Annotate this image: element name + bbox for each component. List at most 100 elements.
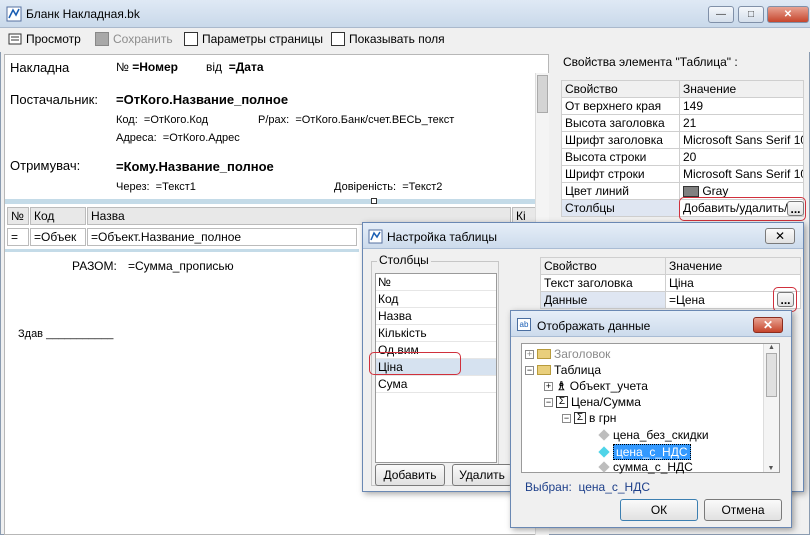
prop-value[interactable]: Microsoft Sans Serif 10 <box>679 165 804 183</box>
save-label: Сохранить <box>113 32 173 46</box>
table-header-code[interactable]: Код <box>30 207 86 225</box>
address-label: Адреса: <box>116 132 157 144</box>
column-props-header-value: Значение <box>665 257 801 275</box>
column-props-header-prop: Свойство <box>540 257 666 275</box>
selected-value: цена_с_НДС <box>578 480 651 494</box>
field-selected-icon <box>598 446 610 458</box>
column-item[interactable]: Кількість <box>376 325 496 342</box>
table-header-num[interactable]: № <box>7 207 29 225</box>
delete-column-button[interactable]: Удалить <box>452 464 512 486</box>
data-dialog-icon: ab <box>517 318 531 331</box>
prop-value[interactable]: 149 <box>679 97 804 115</box>
receiver-label[interactable]: Отримувач: <box>7 157 107 175</box>
collapse-icon[interactable]: − <box>562 413 571 423</box>
tree-node-price-vat[interactable]: цена_с_НДС <box>598 444 691 460</box>
preview-icon <box>8 33 22 45</box>
props-title: Свойства элемента "Таблица" : <box>563 55 738 69</box>
column-item[interactable]: Назва <box>376 308 496 325</box>
tree-label: в грн <box>589 411 617 425</box>
columns-group-label: Столбцы <box>377 253 431 267</box>
receiver-value[interactable]: =Кому.Название_полное <box>113 158 537 176</box>
prop-value[interactable]: Microsoft Sans Serif 10 <box>679 131 804 149</box>
scroll-up-icon[interactable]: ▲ <box>764 344 779 351</box>
window-title: Бланк Накладная.bk <box>26 7 140 21</box>
save-icon <box>95 32 109 46</box>
preview-button[interactable]: Просмотр <box>8 32 81 46</box>
maximize-button[interactable]: □ <box>738 6 764 23</box>
prop-name: Столбцы <box>561 199 680 217</box>
account-field[interactable]: Р/рах: =ОтКого.Банк/счет.ВЕСЬ_текст <box>255 113 535 128</box>
page-params-label: Параметры страницы <box>202 32 323 46</box>
tree-node-object[interactable]: + ♗ Объект_учета <box>544 379 648 393</box>
column-item[interactable]: № <box>376 274 496 291</box>
through-field[interactable]: Через: =Текст1 <box>113 180 327 195</box>
data-tree[interactable]: + Заголовок − Таблица + ♗ Объект_учета − Σ Цен… <box>521 343 780 474</box>
tree-node-uah[interactable]: − Σв грн <box>562 411 616 425</box>
table-dialog-close-button[interactable]: ✕ <box>765 228 795 244</box>
expand-icon[interactable]: + <box>525 349 534 359</box>
prop-value[interactable]: 20 <box>679 148 804 166</box>
supplier-label[interactable]: Постачальник: <box>7 91 107 109</box>
ok-button[interactable]: ОК <box>620 499 698 521</box>
num-value: =Номер <box>132 60 178 74</box>
show-fields-button[interactable]: Показывать поля <box>331 32 445 46</box>
through-value: =Текст1 <box>155 181 196 193</box>
close-button[interactable]: ✕ <box>767 6 809 23</box>
column-props-table: Свойство Значение Текст заголовка Ціна Дан… <box>540 257 801 309</box>
column-prop-name: Текст заголовка <box>540 274 666 292</box>
through-label: Через: <box>116 181 150 193</box>
scroll-down-icon[interactable]: ▼ <box>764 465 778 472</box>
field-icon <box>598 461 610 473</box>
account-label: Р/рах: <box>258 114 290 126</box>
code-field[interactable]: Код: =ОтКого.Код <box>113 113 243 128</box>
prop-value[interactable]: 21 <box>679 114 804 132</box>
resize-handle[interactable] <box>371 198 377 204</box>
highlight-price-column <box>369 352 461 375</box>
add-column-button[interactable]: Добавить <box>375 464 445 486</box>
collapse-icon[interactable]: − <box>544 397 553 407</box>
table-cell-num[interactable]: = <box>7 228 29 246</box>
handed-label[interactable]: Здав ___________ <box>15 327 131 345</box>
table-cell-name[interactable]: =Объект.Название_полное <box>87 228 357 246</box>
band-separator-2 <box>5 249 359 252</box>
prop-name: От верхнего края <box>561 97 680 115</box>
page-icon <box>184 32 198 46</box>
preview-label: Просмотр <box>26 32 81 46</box>
supplier-value[interactable]: =ОтКого.Название_полное <box>113 91 537 109</box>
cancel-button[interactable]: Отмена <box>704 499 782 521</box>
props-header-prop: Свойство <box>561 80 680 98</box>
selected-info: Выбран: цена_с_НДС <box>525 480 650 494</box>
date-field[interactable]: від =Дата <box>203 57 309 77</box>
collapse-icon[interactable]: − <box>525 365 534 375</box>
open-folder-icon <box>537 365 551 375</box>
tree-node-price-no-discount[interactable]: цена_без_скидки <box>598 428 709 442</box>
band-separator <box>5 199 535 204</box>
scroll-thumb[interactable] <box>537 75 548 113</box>
data-dialog-close-button[interactable]: ✕ <box>753 317 783 333</box>
code-label: Код: <box>116 114 138 126</box>
page-params-button[interactable]: Параметры страницы <box>184 32 323 46</box>
expand-icon[interactable]: + <box>544 381 553 391</box>
save-button[interactable]: Сохранить <box>95 32 173 46</box>
table-cell-code[interactable]: =Объек <box>30 228 86 246</box>
total-label[interactable]: РАЗОМ: <box>69 258 121 276</box>
color-name: Gray <box>702 184 729 198</box>
tree-node-sum-vat[interactable]: сумма_с_НДС <box>598 460 693 474</box>
tree-scroll-thumb[interactable] <box>766 353 777 397</box>
data-dialog-title: Отображать данные <box>537 319 651 333</box>
tree-node-table[interactable]: − Таблица <box>525 363 601 377</box>
address-field[interactable]: Адреса: =ОтКого.Адрес <box>113 131 313 146</box>
trust-field[interactable]: Довіреність: =Текст2 <box>331 180 537 195</box>
highlight-columns <box>679 197 806 221</box>
column-item[interactable]: Код <box>376 291 496 308</box>
column-item[interactable]: Сума <box>376 376 496 393</box>
tree-node-price-sum[interactable]: − Σ Цена/Сумма <box>544 395 641 409</box>
nakladna-field[interactable]: Накладна <box>7 57 107 77</box>
total-value[interactable]: =Сумма_прописью <box>125 258 305 294</box>
tree-scrollbar[interactable]: ▲ ▼ <box>763 344 779 472</box>
minimize-button[interactable]: — <box>708 6 734 23</box>
number-field[interactable]: № =Номер <box>113 57 203 77</box>
tree-node-header[interactable]: + Заголовок <box>525 347 610 361</box>
prop-name: Высота заголовка <box>561 114 680 132</box>
prop-name: Высота строки <box>561 148 680 166</box>
